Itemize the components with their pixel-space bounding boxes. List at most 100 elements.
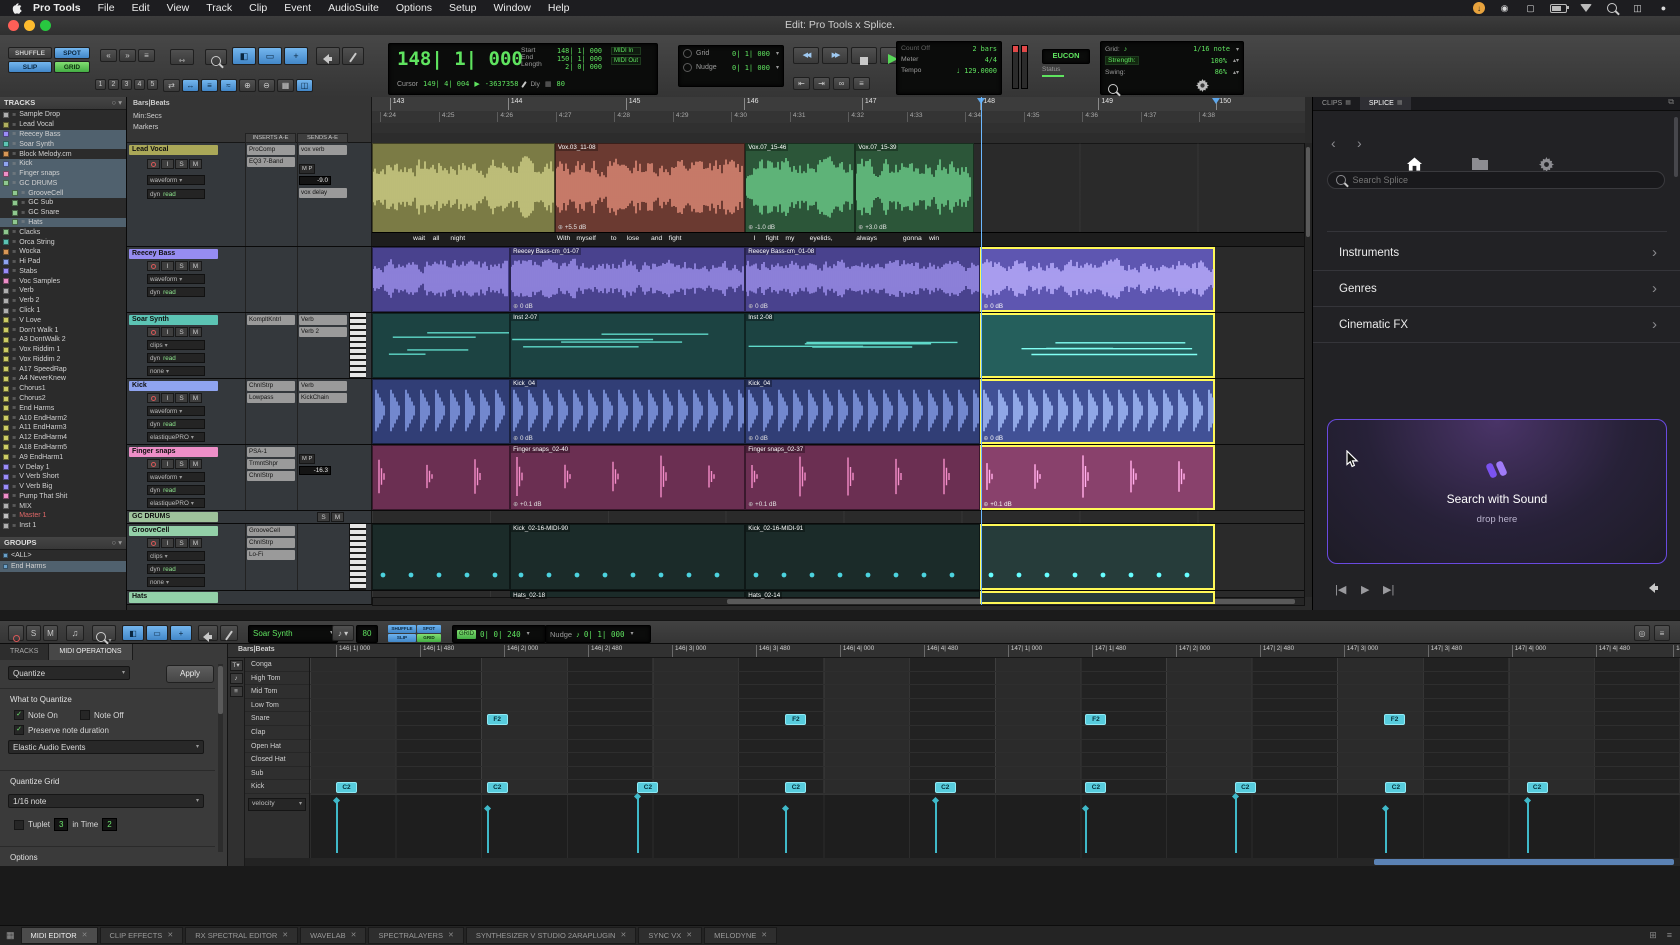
track-list-item[interactable]: ≋ GC DRUMS <box>0 178 126 188</box>
drum-lane-label[interactable]: Kick <box>245 780 309 794</box>
elastic-audio-selector[interactable]: elastiquePRO▾ <box>147 498 205 508</box>
midi-note[interactable]: C2 <box>336 782 357 793</box>
track-list-item[interactable]: ≋ Click 1 <box>0 306 126 316</box>
track-view-selector[interactable]: clips▾ <box>147 340 205 350</box>
grabber-tool-button[interactable]: + <box>170 625 192 641</box>
insert-slot[interactable]: Lo-Fi <box>247 550 295 560</box>
send-level-value[interactable]: -16.3 <box>299 466 331 475</box>
drum-lane[interactable] <box>310 658 1680 672</box>
insert-slot[interactable]: PSA-1 <box>247 447 295 457</box>
record-enable-button[interactable] <box>147 159 160 169</box>
display-icon[interactable]: ▢ <box>1524 3 1537 14</box>
velocity-stem[interactable] <box>487 809 489 853</box>
category-row[interactable]: Instruments › <box>1313 235 1680 271</box>
clip-gain-badge[interactable]: 0 dB <box>513 435 533 442</box>
track-name[interactable]: Kick <box>129 381 218 391</box>
scrubber-tool-button[interactable] <box>198 625 218 641</box>
insert-slot[interactable]: TrmntShpr <box>247 459 295 469</box>
track-list-item[interactable]: ≋ V Verb Big <box>0 482 126 492</box>
midi-clip[interactable] <box>372 524 510 590</box>
keyboard-icon[interactable]: ▦ <box>6 930 15 941</box>
mute-button[interactable]: M <box>189 538 202 548</box>
track-header[interactable]: Soar Synth I S M clips▾ dynread none▾ Ko… <box>127 313 372 378</box>
track-header[interactable]: GC DRUMS S M <box>127 511 372 523</box>
track-list-item[interactable]: ≋ Hats <box>0 218 126 228</box>
tab-transient-icon[interactable]: ≈ <box>220 79 237 92</box>
track-list-item[interactable]: ≋ A4 NeverKnew <box>0 374 126 384</box>
grid-display-icon[interactable]: ▦ <box>277 79 294 92</box>
record-enable-button[interactable] <box>147 538 160 548</box>
track-list-item[interactable]: ≋ End Harms <box>0 403 126 413</box>
tuplet-denominator[interactable]: 2 <box>102 818 116 831</box>
grid-value[interactable]: 0| 1| 000 <box>732 50 770 58</box>
operation-selector[interactable]: Quantize▾ <box>8 666 130 680</box>
midi-note[interactable]: C2 <box>935 782 956 793</box>
notation-icon[interactable]: ♫ <box>66 625 84 641</box>
clip-gain-badge[interactable]: 0 dB <box>983 303 1003 310</box>
record-enable-button[interactable] <box>147 327 160 337</box>
track-list-item[interactable]: ≋ A11 EndHarm3 <box>0 423 126 433</box>
slip-mode-button[interactable]: SLIP <box>8 61 52 73</box>
velocity-stem[interactable] <box>935 801 937 853</box>
drum-lane-label[interactable]: Low Tom <box>245 699 309 713</box>
track-lane[interactable]: Vox.03_11-08 +5.5 dB Vox.07_15-46 -1.0 d… <box>372 143 1305 246</box>
audio-clip[interactable] <box>372 247 510 312</box>
input-monitor-button[interactable]: I <box>161 459 174 469</box>
elastic-audio-selector[interactable]: elastiquePRO▾ <box>147 432 205 442</box>
menu-item[interactable]: Event <box>284 2 311 14</box>
record-enable-button[interactable] <box>147 393 160 403</box>
zoomer-tool-button[interactable]: ⇿ <box>170 49 194 65</box>
mute-button[interactable]: M <box>189 459 202 469</box>
drum-lane[interactable] <box>310 672 1680 686</box>
grid2-value[interactable]: 1/16 note <box>1193 45 1230 53</box>
zoom-preset-button[interactable]: 4 <box>134 79 145 90</box>
close-icon[interactable]: ✕ <box>686 928 692 943</box>
menu-item[interactable]: File <box>98 2 115 14</box>
solo-button[interactable]: S <box>175 261 188 271</box>
track-list-item[interactable]: ≋ Soar Synth <box>0 139 126 149</box>
track-list-item[interactable]: ≋ Verb <box>0 286 126 296</box>
bars-ruler[interactable]: 143144145146147148149150 <box>372 97 1305 112</box>
audio-clip[interactable]: Vox.03_11-08 +5.5 dB <box>555 143 745 233</box>
count-off-label[interactable]: Count Off <box>901 45 930 53</box>
automation-mode-selector[interactable]: dynread <box>147 419 205 429</box>
close-icon[interactable]: ✕ <box>167 928 173 943</box>
insert-slot[interactable]: ChnlStrp <box>247 471 295 481</box>
send-slot[interactable]: vox verb <box>299 145 347 155</box>
track-list-item[interactable]: ≋ Verb 2 <box>0 296 126 306</box>
drum-lane[interactable] <box>310 712 1680 726</box>
midi-note[interactable]: F2 <box>487 714 508 725</box>
note-velocity-value[interactable]: 80 <box>356 625 378 643</box>
rewind-button[interactable]: ◀◀ <box>793 47 819 64</box>
end-value[interactable]: 150| 1| 000 <box>554 55 602 63</box>
solo-button[interactable]: S <box>317 512 330 522</box>
drum-lane[interactable] <box>310 780 1680 794</box>
elastic-audio-selector[interactable]: none▾ <box>147 366 205 376</box>
stop-button[interactable] <box>851 47 877 64</box>
spotlight-icon[interactable] <box>1605 3 1618 14</box>
input-monitor-button[interactable]: I <box>161 159 174 169</box>
track-list-item[interactable]: ≋ GC Sub <box>0 198 126 208</box>
volume-icon[interactable] <box>1648 583 1660 596</box>
grid-value-display[interactable]: GRID 0| 0| 240▾ <box>452 625 546 643</box>
bottom-tab[interactable]: MIDI EDITOR✕ <box>21 927 98 944</box>
midi-clip[interactable]: Kick_02-16-MIDI-91 <box>745 524 980 590</box>
note-off-checkbox[interactable]: Note Off <box>80 710 124 720</box>
grid-dropdown-arrow[interactable]: ▾ <box>776 50 779 57</box>
track-list-item[interactable]: ≋ Orca String <box>0 237 126 247</box>
track-lane[interactable]: Kick_02-16-MIDI-90 Kick_02-16-MIDI-91 <box>372 524 1305 590</box>
track-list-item[interactable]: ≋ Pump That Shit <box>0 491 126 501</box>
send-slot[interactable]: Verb 2 <box>299 327 347 337</box>
zoom-in-button[interactable]: » <box>119 49 136 62</box>
sends-column-header[interactable]: SENDS A-E <box>297 133 348 143</box>
track-lane[interactable]: Kick_04 0 dB Kick_04 0 dB 0 dB <box>372 379 1305 444</box>
velocity-stem[interactable] <box>1385 809 1387 853</box>
tracks-panel-menu-icon[interactable]: ○ ▾ <box>112 97 122 109</box>
track-header[interactable]: Lead Vocal I S M waveform▾ dynread ProCo… <box>127 143 372 246</box>
apple-menu-icon[interactable] <box>10 3 23 14</box>
midi-clip[interactable]: Inst 2-08 <box>745 313 980 378</box>
audio-clip[interactable] <box>372 143 555 233</box>
track-header[interactable]: GrooveCell I S M clips▾ dynread none▾ Gr… <box>127 524 372 590</box>
drum-lane-label[interactable]: High Tom <box>245 672 309 686</box>
siri-icon[interactable]: ● <box>1657 3 1670 14</box>
